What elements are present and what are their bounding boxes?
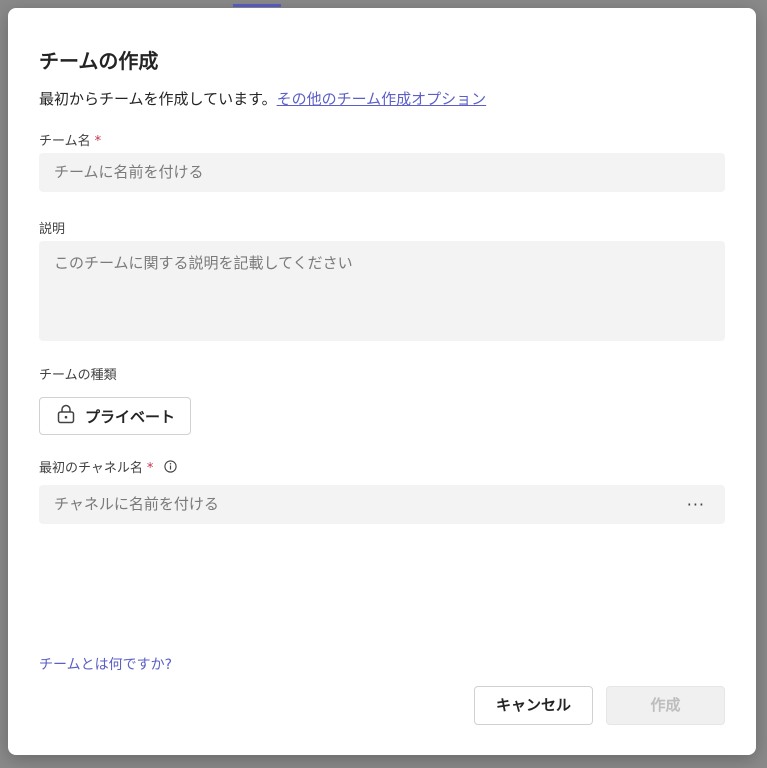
first-channel-label: 最初のチャネル名 * — [39, 457, 177, 477]
first-channel-label-text: 最初のチャネル名 — [39, 461, 143, 476]
dialog-title: チームの作成 — [39, 49, 159, 73]
required-mark: * — [146, 461, 154, 476]
team-name-label: チーム名 * — [39, 130, 101, 149]
description-label: 説明 — [39, 222, 66, 237]
background-tab-indicator — [233, 4, 281, 7]
team-name-input[interactable]: チームに名前を付ける — [39, 153, 725, 192]
first-channel-input[interactable]: チャネルに名前を付ける ··· — [39, 485, 725, 524]
team-type-label: チームの種類 — [39, 368, 117, 383]
subtitle-text: 最初からチームを作成しています。 — [39, 90, 277, 108]
first-channel-placeholder: チャネルに名前を付ける — [54, 495, 219, 513]
privacy-value: プライベート — [85, 407, 176, 426]
what-is-team-link[interactable]: チームとは何ですか? — [39, 654, 172, 674]
more-create-options-link[interactable]: その他のチーム作成オプション — [277, 90, 487, 108]
required-mark: * — [94, 134, 102, 149]
description-textarea[interactable]: このチームに関する説明を記載してください — [39, 241, 725, 341]
team-name-label-text: チーム名 — [39, 134, 91, 149]
dialog-subtitle: 最初からチームを作成しています。その他のチーム作成オプション — [39, 88, 486, 109]
lock-icon — [57, 404, 75, 428]
privacy-selector-button[interactable]: プライベート — [39, 397, 191, 435]
create-button[interactable]: 作成 — [606, 686, 725, 725]
info-icon[interactable] — [163, 460, 177, 477]
more-options-icon[interactable]: ··· — [687, 485, 705, 524]
cancel-button[interactable]: キャンセル — [474, 686, 593, 725]
create-team-dialog: チームの作成 最初からチームを作成しています。その他のチーム作成オプション チー… — [8, 8, 756, 755]
